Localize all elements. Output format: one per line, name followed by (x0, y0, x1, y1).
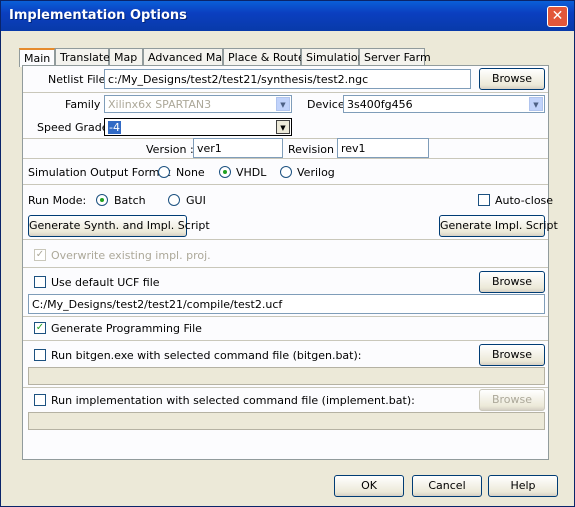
device-value: 3s400fg456 (347, 98, 413, 111)
chevron-down-icon: ▼ (276, 97, 290, 111)
ucf-path-input[interactable]: C:/My_Designs/test2/test21/compile/test2… (28, 294, 545, 314)
divider (23, 92, 548, 93)
auto-close-checkbox[interactable] (478, 194, 490, 206)
divider (23, 387, 548, 388)
overwrite-label: Overwrite existing impl. proj. (51, 249, 211, 262)
tab-simulation[interactable]: Simulation (301, 48, 365, 66)
sim-format-label: Simulation Output Format (28, 166, 171, 179)
sim-none-radio[interactable] (158, 166, 170, 178)
family-label: Family (65, 98, 101, 111)
divider (23, 316, 548, 317)
sim-vhdl-radio[interactable] (219, 166, 231, 178)
use-default-ucf-label: Use default UCF file (51, 276, 160, 289)
ucf-browse-button[interactable]: Browse (479, 271, 545, 293)
run-implementation-label: Run implementation with selected command… (51, 394, 415, 407)
divider (23, 340, 548, 341)
auto-close-label: Auto-close (495, 194, 554, 207)
divider (23, 138, 548, 139)
version-label: Version : (146, 143, 194, 156)
divider (23, 239, 548, 240)
generate-programming-file-checkbox[interactable]: ✓ (34, 322, 46, 334)
sim-verilog-radio[interactable] (280, 166, 292, 178)
divider (23, 184, 548, 185)
run-batch-radio[interactable] (96, 194, 108, 206)
tab-translate[interactable]: Translate (55, 48, 110, 66)
implementation-options-dialog: Implementation Options ✕ Main Translate … (0, 0, 575, 507)
family-value: Xilinx6x SPARTAN3 (108, 98, 212, 111)
generate-programming-file-label: Generate Programming File (51, 322, 202, 335)
device-select[interactable]: 3s400fg456 ▼ (343, 95, 545, 113)
chevron-down-icon: ▼ (276, 120, 290, 134)
generate-synth-impl-script-button[interactable]: Generate Synth. and Impl. Script (28, 215, 210, 237)
run-gui-radio[interactable] (168, 194, 180, 206)
device-label: Device (307, 98, 345, 111)
revision-label: Revision : (288, 143, 342, 156)
netlist-browse-button[interactable]: Browse (479, 68, 545, 90)
run-implementation-checkbox[interactable] (34, 394, 46, 406)
revision-input[interactable]: rev1 (337, 138, 429, 158)
speed-grade-value: -4 (108, 121, 121, 134)
run-gui-label: GUI (186, 194, 206, 207)
chevron-down-icon: ▼ (529, 97, 543, 111)
run-batch-label: Batch (114, 194, 146, 207)
bitgen-command-file-field[interactable] (28, 367, 545, 385)
generate-impl-script-button[interactable]: Generate Impl. Script (439, 215, 558, 237)
run-mode-label: Run Mode: (28, 194, 87, 207)
ok-button[interactable]: OK (334, 475, 404, 497)
speed-grade-label: Speed Grade (37, 121, 109, 134)
tab-server-farm[interactable]: Server Farm (359, 48, 431, 66)
family-select[interactable]: Xilinx6x SPARTAN3 ▼ (104, 95, 292, 113)
title-bar[interactable]: Implementation Options ✕ (1, 1, 574, 31)
run-bitgen-label: Run bitgen.exe with selected command fil… (51, 349, 362, 362)
netlist-file-input[interactable]: c:/My_Designs/test2/test21/synthesis/tes… (104, 69, 471, 89)
close-button[interactable]: ✕ (547, 6, 568, 27)
window-title: Implementation Options (9, 8, 187, 23)
cancel-button[interactable]: Cancel (412, 475, 482, 497)
sim-none-label: None (176, 166, 205, 179)
divider (23, 267, 548, 268)
implement-command-file-field[interactable] (28, 412, 545, 430)
implement-browse-button[interactable]: Browse (479, 389, 545, 411)
use-default-ucf-checkbox[interactable] (34, 276, 46, 288)
tab-place-route[interactable]: Place & Route (223, 48, 305, 66)
overwrite-checkbox[interactable]: ✓ (34, 249, 46, 261)
sim-verilog-label: Verilog (297, 166, 335, 179)
version-input[interactable]: ver1 (193, 138, 283, 158)
bitgen-browse-button[interactable]: Browse (479, 344, 545, 366)
sim-vhdl-label: VHDL (236, 166, 267, 179)
divider (23, 158, 548, 159)
tab-advanced-map[interactable]: Advanced Map (143, 48, 229, 66)
help-button[interactable]: Help (488, 475, 558, 497)
tab-map[interactable]: Map (109, 48, 143, 66)
netlist-label: Netlist File (48, 73, 106, 86)
run-bitgen-checkbox[interactable] (34, 349, 46, 361)
speed-grade-select[interactable]: -4 ▼ (104, 118, 292, 136)
